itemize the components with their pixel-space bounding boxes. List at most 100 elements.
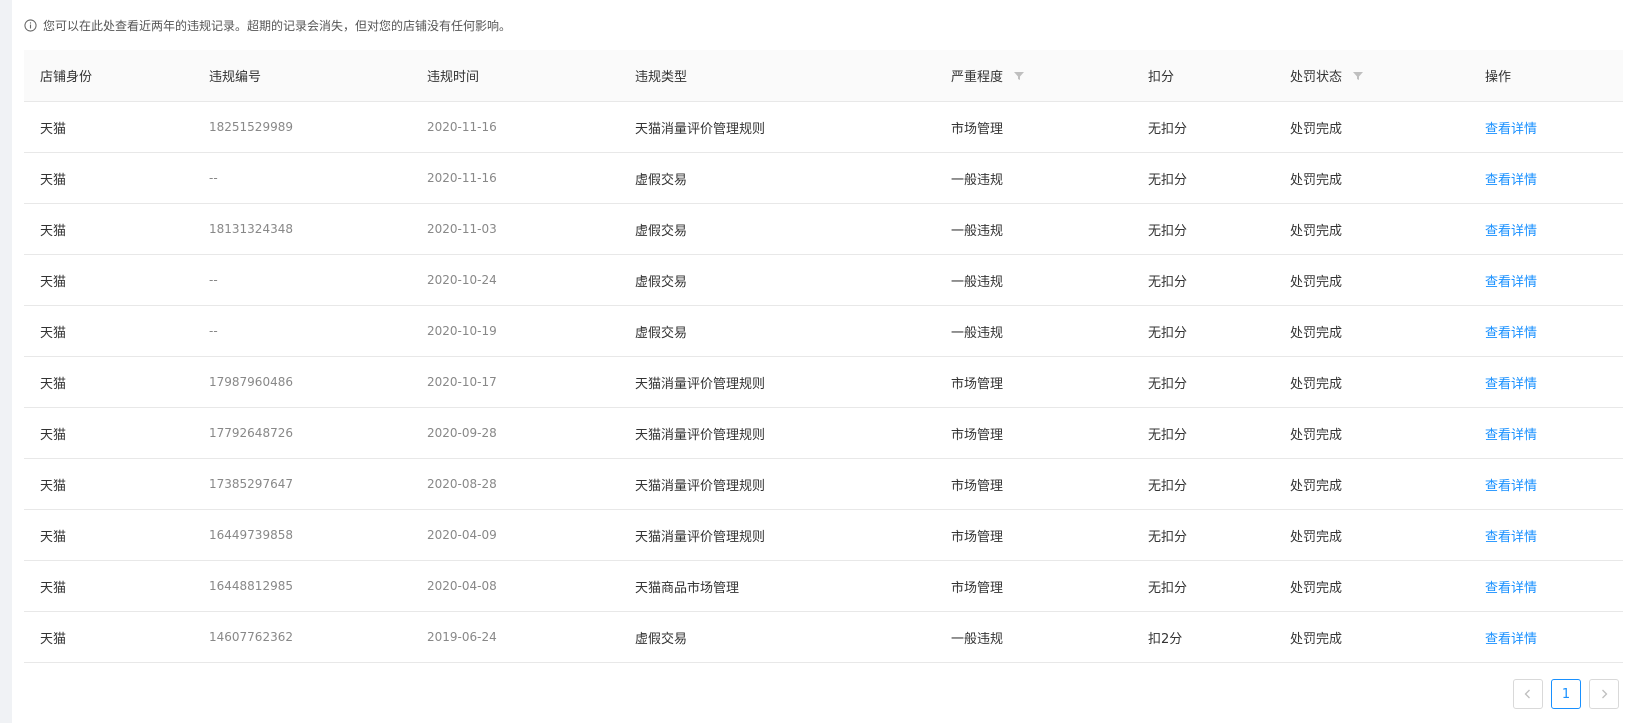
table-row: 天猫 16448812985 2020-04-08 天猫商品市场管理 市场管理 … [24, 561, 1623, 612]
table-row: 天猫 18251529989 2020-11-16 天猫消量评价管理规则 市场管… [24, 102, 1623, 153]
cell-points: 无扣分 [1148, 172, 1188, 188]
cell-shop: 天猫 [40, 580, 67, 596]
cell-status: 处罚完成 [1290, 325, 1343, 341]
cell-status: 处罚完成 [1290, 376, 1343, 392]
cell-shop: 天猫 [40, 478, 67, 494]
cell-status: 处罚完成 [1290, 529, 1343, 545]
cell-status: 处罚完成 [1290, 631, 1343, 647]
cell-severity: 市场管理 [951, 427, 1004, 443]
cell-type: 虚假交易 [635, 274, 688, 290]
cell-id: 17792648726 [209, 426, 293, 440]
chevron-left-icon [1524, 689, 1530, 699]
cell-time: 2020-11-03 [427, 222, 497, 236]
view-details-link[interactable]: 查看详情 [1485, 510, 1537, 560]
view-details-link[interactable]: 查看详情 [1485, 459, 1537, 509]
view-details-link[interactable]: 查看详情 [1485, 306, 1537, 356]
table-row: 天猫 17987960486 2020-10-17 天猫消量评价管理规则 市场管… [24, 357, 1623, 408]
cell-id: 14607762362 [209, 630, 293, 644]
cell-status: 处罚完成 [1290, 478, 1343, 494]
header-severity: 严重程度 [951, 50, 1025, 101]
cell-severity: 市场管理 [951, 580, 1004, 596]
cell-status: 处罚完成 [1290, 274, 1343, 290]
cell-type: 天猫消量评价管理规则 [635, 376, 766, 392]
table-row: 天猫 16449739858 2020-04-09 天猫消量评价管理规则 市场管… [24, 510, 1623, 561]
cell-shop: 天猫 [40, 223, 67, 239]
view-details-link[interactable]: 查看详情 [1485, 561, 1537, 611]
chevron-right-icon [1602, 689, 1608, 699]
cell-time: 2020-04-09 [427, 528, 497, 542]
cell-time: 2020-11-16 [427, 171, 497, 185]
cell-id: 18251529989 [209, 120, 293, 134]
cell-shop: 天猫 [40, 274, 67, 290]
cell-id: 18131324348 [209, 222, 293, 236]
table-body: 天猫 18251529989 2020-11-16 天猫消量评价管理规则 市场管… [24, 102, 1623, 663]
filter-icon[interactable] [1013, 70, 1025, 82]
table-row: 天猫 -- 2020-10-24 虚假交易 一般违规 无扣分 处罚完成 查看详情 [24, 255, 1623, 306]
cell-type: 天猫消量评价管理规则 [635, 427, 766, 443]
cell-time: 2020-09-28 [427, 426, 497, 440]
next-page-button[interactable] [1589, 679, 1619, 709]
cell-points: 无扣分 [1148, 478, 1188, 494]
cell-points: 无扣分 [1148, 529, 1188, 545]
header-shop: 店铺身份 [40, 70, 93, 85]
cell-points: 无扣分 [1148, 427, 1188, 443]
header-points: 扣分 [1148, 70, 1175, 85]
cell-id: 17385297647 [209, 477, 293, 491]
table-row: 天猫 17385297647 2020-08-28 天猫消量评价管理规则 市场管… [24, 459, 1623, 510]
header-id: 违规编号 [209, 70, 262, 85]
cell-time: 2020-08-28 [427, 477, 497, 491]
cell-time: 2019-06-24 [427, 630, 497, 644]
cell-status: 处罚完成 [1290, 121, 1343, 137]
prev-page-button[interactable] [1513, 679, 1543, 709]
cell-type: 天猫消量评价管理规则 [635, 478, 766, 494]
page-1-button[interactable]: 1 [1551, 679, 1581, 709]
view-details-link[interactable]: 查看详情 [1485, 255, 1537, 305]
cell-severity: 一般违规 [951, 325, 1004, 341]
cell-points: 无扣分 [1148, 580, 1188, 596]
cell-time: 2020-10-17 [427, 375, 497, 389]
cell-severity: 市场管理 [951, 376, 1004, 392]
view-details-link[interactable]: 查看详情 [1485, 612, 1537, 662]
cell-type: 虚假交易 [635, 172, 688, 188]
violations-table: 店铺身份 违规编号 违规时间 违规类型 严重程度 扣分 处罚状态 操作 天猫 1… [24, 50, 1623, 663]
cell-points: 扣2分 [1148, 631, 1183, 647]
view-details-link[interactable]: 查看详情 [1485, 204, 1537, 254]
cell-severity: 市场管理 [951, 529, 1004, 545]
cell-points: 无扣分 [1148, 223, 1188, 239]
cell-type: 天猫消量评价管理规则 [635, 529, 766, 545]
header-status-label: 处罚状态 [1290, 70, 1343, 85]
table-row: 天猫 -- 2020-11-16 虚假交易 一般违规 无扣分 处罚完成 查看详情 [24, 153, 1623, 204]
cell-severity: 一般违规 [951, 172, 1004, 188]
cell-type: 虚假交易 [635, 325, 688, 341]
cell-id: 16448812985 [209, 579, 293, 593]
cell-id: 17987960486 [209, 375, 293, 389]
filter-icon[interactable] [1352, 70, 1364, 82]
cell-points: 无扣分 [1148, 121, 1188, 137]
view-details-link[interactable]: 查看详情 [1485, 357, 1537, 407]
cell-id: -- [209, 171, 218, 185]
view-details-link[interactable]: 查看详情 [1485, 102, 1537, 152]
notice-bar: 您可以在此处查看近两年的违规记录。超期的记录会消失，但对您的店铺没有任何影响。 [24, 16, 511, 34]
cell-type: 天猫消量评价管理规则 [635, 121, 766, 137]
cell-points: 无扣分 [1148, 376, 1188, 392]
header-action: 操作 [1485, 70, 1512, 85]
main-content: 您可以在此处查看近两年的违规记录。超期的记录会消失，但对您的店铺没有任何影响。 … [12, 0, 1635, 723]
cell-time: 2020-10-19 [427, 324, 497, 338]
cell-time: 2020-04-08 [427, 579, 497, 593]
cell-time: 2020-10-24 [427, 273, 497, 287]
header-status: 处罚状态 [1290, 50, 1364, 101]
view-details-link[interactable]: 查看详情 [1485, 408, 1537, 458]
cell-shop: 天猫 [40, 121, 67, 137]
header-time: 违规时间 [427, 70, 480, 85]
cell-status: 处罚完成 [1290, 223, 1343, 239]
view-details-link[interactable]: 查看详情 [1485, 153, 1537, 203]
cell-shop: 天猫 [40, 427, 67, 443]
cell-type: 天猫商品市场管理 [635, 580, 740, 596]
table-row: 天猫 17792648726 2020-09-28 天猫消量评价管理规则 市场管… [24, 408, 1623, 459]
cell-shop: 天猫 [40, 376, 67, 392]
table-row: 天猫 18131324348 2020-11-03 虚假交易 一般违规 无扣分 … [24, 204, 1623, 255]
cell-shop: 天猫 [40, 172, 67, 188]
cell-shop: 天猫 [40, 325, 67, 341]
cell-type: 虚假交易 [635, 631, 688, 647]
cell-status: 处罚完成 [1290, 580, 1343, 596]
